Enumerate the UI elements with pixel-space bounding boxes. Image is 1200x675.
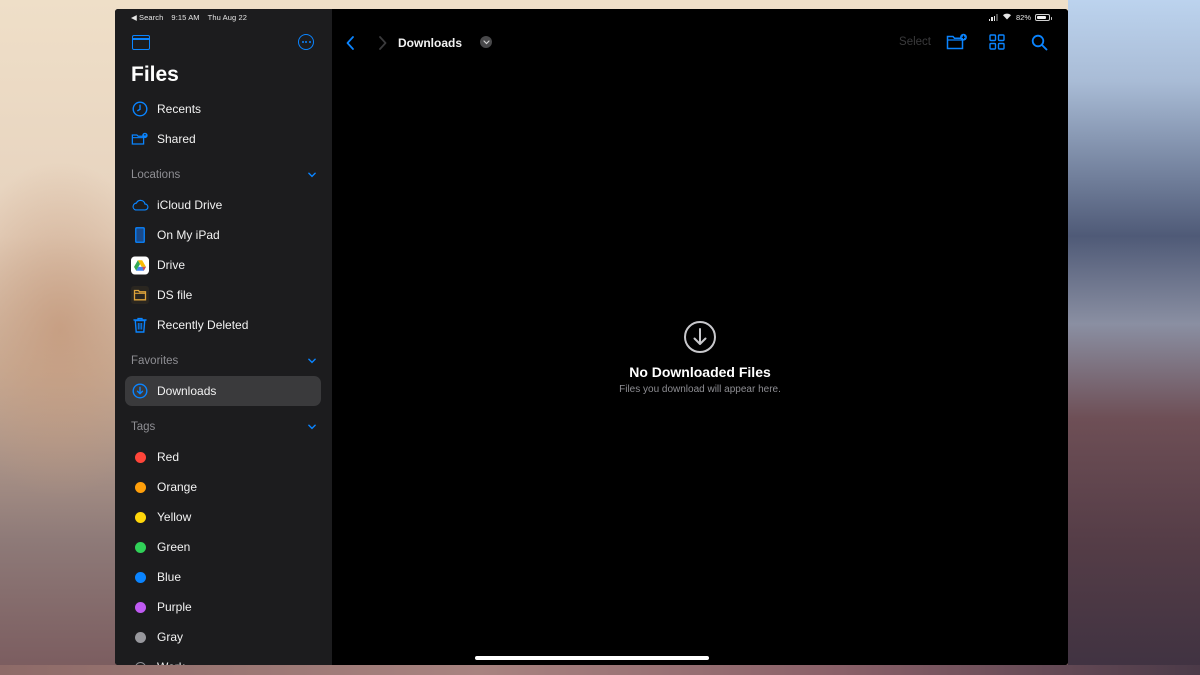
empty-state-title: No Downloaded Files [629,364,771,380]
tag-label: Orange [157,480,198,494]
tag-item-orange[interactable]: Orange [115,472,332,502]
tag-dot-icon [134,631,146,643]
tag-dot-icon [134,511,146,523]
tag-dot-icon [134,661,146,665]
tag-dot-icon [134,541,146,553]
home-indicator[interactable] [475,656,709,660]
sidebar-item-drive[interactable]: Drive [115,250,332,280]
download-circle-icon [683,320,717,354]
sidebar-item-recently-deleted[interactable]: Recently Deleted [115,310,332,340]
tag-label: Work [157,660,185,665]
main-content: 82% Downloads Select No Downloaded Files [332,9,1068,665]
status-bar-right: 82% [988,12,1052,22]
tag-item-blue[interactable]: Blue [115,562,332,592]
sidebar-item-label: Drive [157,258,186,272]
section-header-locations[interactable]: Locations [115,154,332,190]
tag-item-red[interactable]: Red [115,442,332,472]
battery-icon [1035,13,1052,21]
sidebar-list: Recents Shared Locations iCloud Drive On… [115,94,332,665]
chevron-down-icon[interactable] [308,357,316,365]
tag-label: Purple [157,600,192,614]
tag-item-gray[interactable]: Gray [115,622,332,652]
tag-label: Gray [157,630,184,644]
download-circle-icon [131,382,149,400]
tag-label: Yellow [157,510,192,524]
sidebar-item-icloud-drive[interactable]: iCloud Drive [115,190,332,220]
toggle-sidebar-icon[interactable] [132,35,150,50]
sidebar-item-label: Recents [157,102,202,116]
tag-label: Green [157,540,191,554]
tag-dot-icon [134,481,146,493]
google-drive-icon [131,256,149,274]
more-options-icon[interactable] [298,34,314,50]
sidebar-item-recents[interactable]: Recents [115,94,332,124]
tag-item-green[interactable]: Green [115,532,332,562]
wallpaper-right [1068,0,1200,675]
sidebar-item-label: Downloads [157,384,217,398]
wifi-icon [1002,12,1012,22]
folder-icon [131,286,149,304]
grid-view-icon[interactable] [989,34,1005,50]
title-menu-chevron-icon[interactable] [480,36,492,48]
forward-button[interactable] [375,35,389,51]
tag-item-yellow[interactable]: Yellow [115,502,332,532]
sidebar-item-label: iCloud Drive [157,198,223,212]
sidebar-item-label: Shared [157,132,196,146]
wallpaper-bottom [0,665,1200,675]
sidebar: ◀ Search 9:15 AM Thu Aug 22 Files Recent… [115,9,332,665]
empty-state: No Downloaded Files Files you download w… [332,320,1068,395]
back-button[interactable] [344,35,358,51]
tag-label: Blue [157,570,182,584]
section-title: Tags [131,421,156,433]
search-icon[interactable] [1031,34,1048,51]
tag-item-purple[interactable]: Purple [115,592,332,622]
tag-dot-icon [134,601,146,613]
sidebar-item-downloads[interactable]: Downloads [125,376,321,406]
tag-label: Red [157,450,180,464]
clock-icon [131,100,149,118]
sidebar-title: Files [131,63,179,86]
shared-folder-icon [131,130,149,148]
status-bar-left: ◀ Search 9:15 AM Thu Aug 22 [131,13,247,22]
sidebar-item-label: On My iPad [157,228,220,242]
back-to-app-link[interactable]: ◀ Search [131,13,163,22]
select-button[interactable]: Select [899,36,931,48]
chevron-down-icon[interactable] [308,423,316,431]
ipad-screen: ◀ Search 9:15 AM Thu Aug 22 Files Recent… [115,9,1068,665]
battery-percent: 82% [1015,12,1031,22]
cloud-icon [131,196,149,214]
empty-state-subtitle: Files you download will appear here. [619,384,781,395]
status-date: Thu Aug 22 [207,13,248,22]
tag-dot-icon [134,571,146,583]
sidebar-item-label: Recently Deleted [157,318,249,332]
section-header-tags[interactable]: Tags [115,406,332,442]
sidebar-item-label: DS file [157,288,193,302]
status-time: 9:15 AM [171,13,200,22]
ipad-icon [131,226,149,244]
sidebar-item-ds-file[interactable]: DS file [115,280,332,310]
chevron-down-icon[interactable] [308,171,316,179]
tag-dot-icon [134,451,146,463]
sidebar-item-shared[interactable]: Shared [115,124,332,154]
folder-title: Downloads [398,36,463,50]
trash-icon [131,316,149,334]
tag-item-work[interactable]: Work [115,652,332,665]
cellular-signal-icon [988,13,998,21]
sidebar-item-on-my-ipad[interactable]: On My iPad [115,220,332,250]
section-title: Favorites [131,355,179,367]
section-title: Locations [131,169,181,181]
new-folder-icon[interactable] [946,33,968,51]
section-header-favorites[interactable]: Favorites [115,340,332,376]
